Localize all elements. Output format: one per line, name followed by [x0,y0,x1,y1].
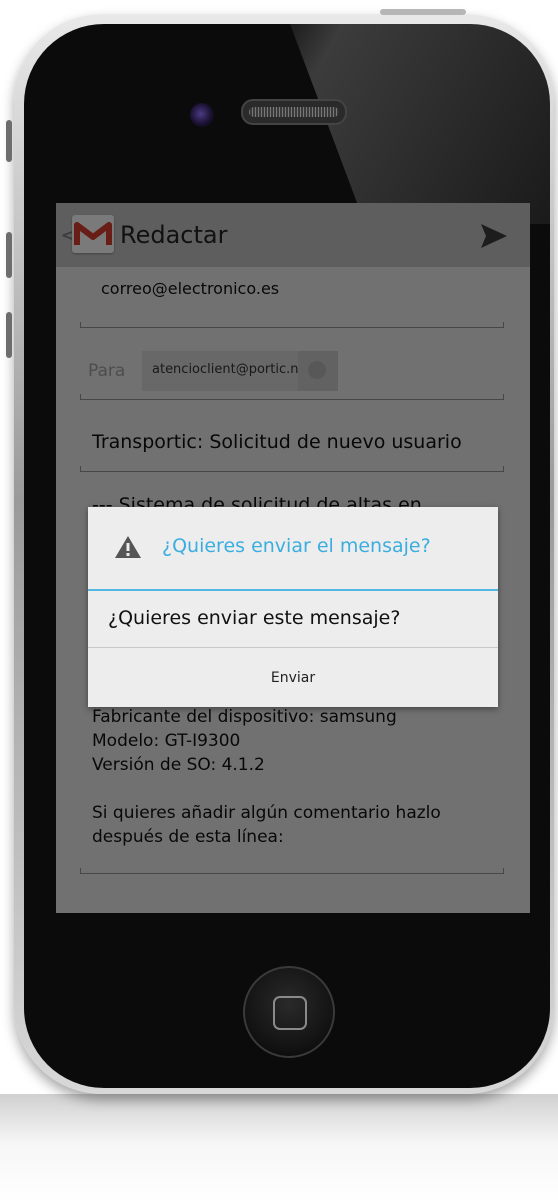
front-camera-icon [190,103,214,127]
dialog-title: ¿Quieres enviar el mensaje? [162,535,431,557]
volume-up-button [6,232,12,278]
warning-icon [115,536,141,558]
dialog-message: ¿Quieres enviar este mensaje? [108,607,401,629]
phone-reflection [0,1094,558,1204]
earpiece-speaker [241,99,347,125]
app-screen: < Redactar correo@electronico.es Para at… [56,203,530,913]
speaker-grill [249,107,339,117]
power-button [380,9,466,15]
send-button[interactable]: Enviar [88,648,498,707]
send-confirm-dialog: ¿Quieres enviar el mensaje? ¿Quieres env… [88,507,498,707]
home-square-icon [273,996,307,1030]
mute-switch [6,120,12,162]
dialog-divider [88,589,498,591]
home-button[interactable] [243,966,335,1058]
volume-down-button [6,312,12,358]
